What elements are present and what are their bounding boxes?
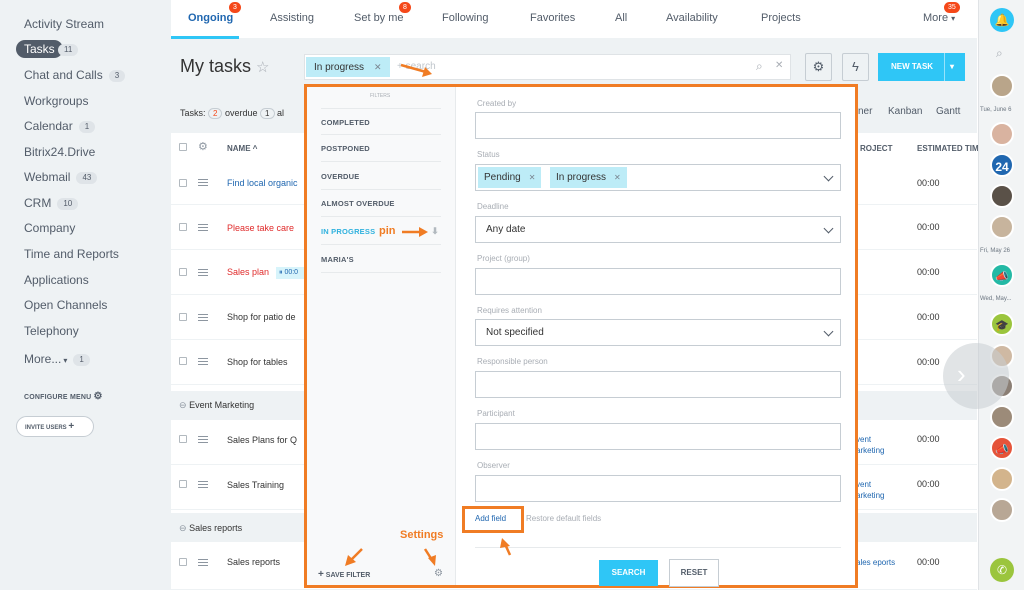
avatar[interactable] [990, 122, 1014, 146]
date-label: Fri, May 26 [980, 248, 1011, 254]
phone-icon[interactable]: ✆ [990, 558, 1014, 582]
megaphone-icon[interactable]: 📣 [990, 263, 1014, 287]
graduation-cap-icon[interactable]: 🎓 [990, 312, 1014, 336]
avatar[interactable] [990, 184, 1014, 208]
megaphone-icon[interactable]: 📣 [990, 436, 1014, 460]
avatar[interactable] [990, 74, 1014, 98]
search-icon[interactable]: ⌕ [996, 46, 1003, 61]
annotation-arrows [345, 63, 512, 566]
avatar[interactable] [990, 215, 1014, 239]
date-label: Tue, June 6 [980, 107, 1012, 113]
bell-icon[interactable]: 🔔 [990, 8, 1014, 32]
avatar[interactable] [990, 467, 1014, 491]
date-label: Wed, May... [980, 296, 1012, 302]
bitrix24-icon[interactable]: 24 [990, 153, 1014, 177]
avatar[interactable] [990, 498, 1014, 522]
avatar[interactable] [990, 405, 1014, 429]
next-arrow-icon[interactable]: › [943, 343, 1009, 409]
